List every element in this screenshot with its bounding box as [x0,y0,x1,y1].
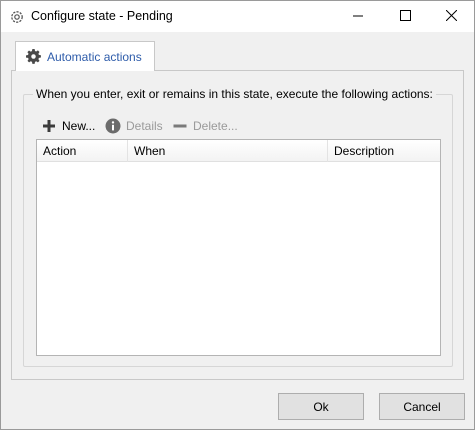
minimize-button[interactable] [335,1,381,32]
delete-action-label: Delete... [193,119,238,133]
gear-outline-icon [9,9,25,25]
minimize-icon [353,10,363,24]
column-header-description[interactable]: Description [328,140,440,162]
minus-icon [172,118,188,134]
info-icon [105,118,121,134]
details-label: Details [126,119,163,133]
ok-button[interactable]: Ok [278,393,364,420]
window-title: Configure state - Pending [31,9,173,23]
close-button[interactable] [428,1,474,32]
configure-state-dialog: Configure state - Pending Automatic acti… [0,0,475,430]
plus-icon [41,118,57,134]
group-caption: When you enter, exit or remains in this … [33,87,436,101]
actions-list-header: Action When Description [37,140,440,162]
column-header-action[interactable]: Action [37,140,128,162]
cancel-button[interactable]: Cancel [379,393,465,420]
delete-action-button[interactable]: Delete... [172,117,238,135]
new-action-button[interactable]: New... [41,117,95,135]
close-icon [445,9,457,24]
gear-icon [26,49,41,64]
maximize-button[interactable] [382,1,428,32]
tab-automatic-actions[interactable]: Automatic actions [15,41,155,71]
title-bar[interactable]: Configure state - Pending [1,1,474,32]
new-action-label: New... [62,119,96,133]
details-button[interactable]: Details [105,117,163,135]
column-header-when[interactable]: When [128,140,328,162]
tab-label: Automatic actions [47,50,142,64]
maximize-icon [399,9,411,24]
actions-list[interactable]: Action When Description [36,139,441,356]
